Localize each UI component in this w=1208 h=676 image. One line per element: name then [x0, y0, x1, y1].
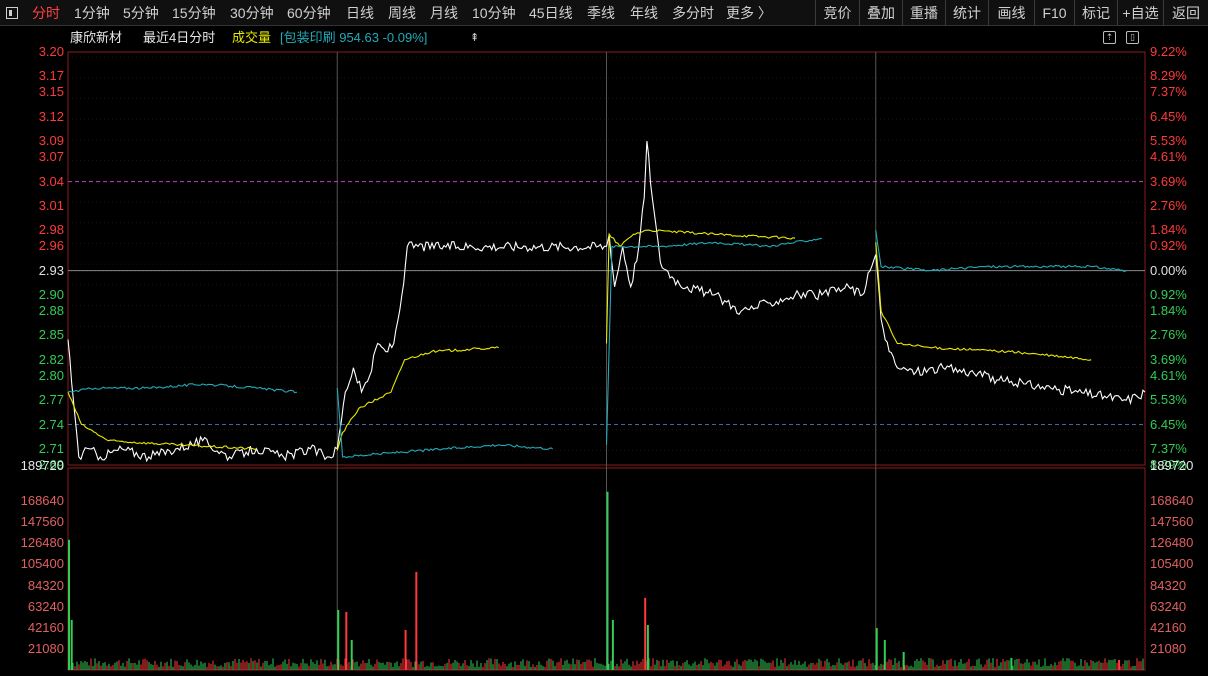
pct-tick-label: 0.92%: [1150, 238, 1187, 254]
price-tick-label: 2.80: [38, 367, 64, 383]
volume-tick-label: 189720: [20, 458, 64, 473]
price-tick-label: 3.07: [38, 149, 64, 165]
volume-tick-label-right: 21080: [1150, 640, 1187, 656]
volume-tick-label-right: 63240: [1150, 598, 1187, 614]
volume-tick-label: 84320: [27, 577, 64, 593]
volume-tick-label: 168640: [20, 493, 64, 509]
volume-tick-label-right: 147560: [1150, 514, 1194, 530]
price-tick-label: 2.71: [38, 440, 64, 456]
volume-tick-label: 63240: [27, 598, 64, 614]
pct-tick-label: 2.76%: [1150, 197, 1187, 213]
pct-tick-label: 0.00%: [1150, 262, 1187, 278]
pct-tick-label: 8.29%: [1150, 68, 1187, 84]
volume-tick-label-right: 84320: [1150, 577, 1187, 593]
pct-tick-label: 5.53%: [1150, 133, 1187, 149]
volume-tick-label-right: 189720: [1150, 458, 1194, 473]
price-tick-label: 3.12: [38, 108, 64, 124]
price-tick-label: 2.96: [38, 238, 64, 254]
volume-tick-label: 42160: [27, 619, 64, 635]
pct-tick-label: 4.61%: [1150, 367, 1187, 383]
price-tick-label: 3.09: [38, 133, 64, 149]
pct-tick-label: 9.22%: [1150, 44, 1187, 59]
volume-tick-label: 21080: [27, 640, 64, 656]
price-tick-label: 3.15: [38, 84, 64, 100]
volume-tick-label: 147560: [20, 514, 64, 530]
volume-tick-label-right: 168640: [1150, 493, 1194, 509]
pct-tick-label: 3.69%: [1150, 351, 1187, 367]
volume-tick-label-right: 126480: [1150, 535, 1194, 551]
volume-tick-label: 126480: [20, 535, 64, 551]
pct-tick-label: 3.69%: [1150, 173, 1187, 189]
pct-tick-label: 5.53%: [1150, 392, 1187, 408]
price-tick-label: 3.04: [38, 173, 64, 189]
pct-tick-label: 1.84%: [1150, 303, 1187, 319]
price-tick-label: 2.88: [38, 303, 64, 319]
pct-tick-label: 0.92%: [1150, 286, 1187, 302]
price-tick-label: 3.20: [38, 44, 64, 59]
price-tick-label: 2.82: [38, 351, 64, 367]
price-tick-label: 2.85: [38, 327, 64, 343]
price-tick-label: 3.17: [38, 68, 64, 84]
pct-tick-label: 6.45%: [1150, 416, 1187, 432]
pct-tick-label: 1.84%: [1150, 222, 1187, 238]
price-tick-label: 2.93: [38, 262, 64, 278]
pct-tick-label: 4.61%: [1150, 149, 1187, 165]
pct-tick-label: 2.76%: [1150, 327, 1187, 343]
price-tick-label: 2.74: [38, 416, 64, 432]
volume-tick-label-right: 42160: [1150, 619, 1187, 635]
price-tick-label: 3.01: [38, 197, 64, 213]
intraday-chart[interactable]: [0, 0, 1208, 676]
pct-tick-label: 7.37%: [1150, 84, 1187, 100]
pct-tick-label: 7.37%: [1150, 440, 1187, 456]
volume-tick-label: 105400: [20, 556, 64, 572]
price-tick-label: 2.98: [38, 222, 64, 238]
price-tick-label: 2.90: [38, 286, 64, 302]
price-tick-label: 2.77: [38, 392, 64, 408]
volume-tick-label-right: 105400: [1150, 556, 1194, 572]
pct-tick-label: 6.45%: [1150, 108, 1187, 124]
